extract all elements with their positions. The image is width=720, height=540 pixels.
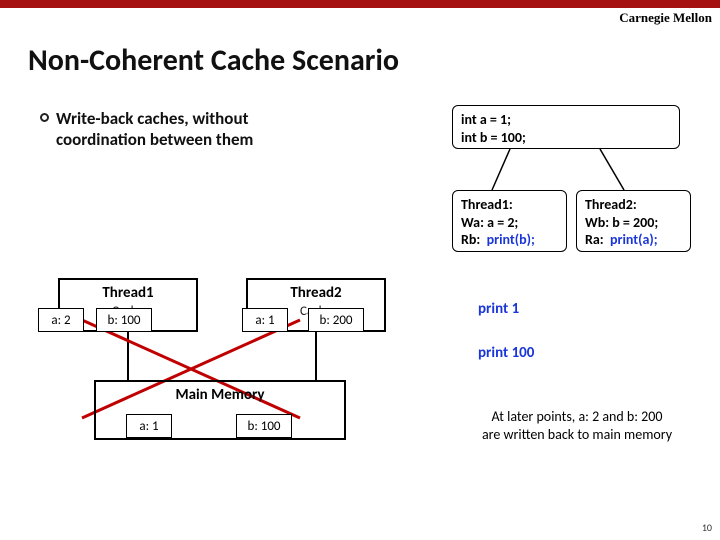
thread2-cache-label: Thread2 bbox=[248, 284, 384, 302]
init-line1: int a = 1; bbox=[461, 111, 511, 128]
brand-label: Carnegie Mellon bbox=[619, 10, 712, 26]
thread1-code-box: Thread1: Wa: a = 2; Rb: print(b); bbox=[452, 190, 567, 252]
brand-bar bbox=[0, 0, 720, 8]
main-memory-a: a: 1 bbox=[126, 414, 172, 438]
bullet-icon bbox=[40, 113, 49, 122]
thread1-cache-a: a: 2 bbox=[38, 308, 84, 332]
thread2-ra-lbl: Ra: bbox=[585, 231, 604, 248]
note-line2: are written back to main memory bbox=[482, 426, 672, 443]
thread2-code-box: Thread2: Wb: b = 200; Ra: print(a); bbox=[576, 190, 691, 252]
print-output-1: print 1 bbox=[478, 300, 519, 318]
bullet-line2: coordination between them bbox=[56, 129, 253, 150]
print-output-2: print 100 bbox=[478, 344, 534, 362]
thread1-title: Thread1: bbox=[461, 196, 513, 213]
thread1-cache-box: Thread1 Cache a: 2 b: 100 bbox=[58, 278, 198, 332]
main-memory-b: b: 100 bbox=[236, 414, 292, 438]
thread1-cache-b: b: 100 bbox=[96, 308, 152, 332]
main-memory-box: Main Memory a: 1 b: 100 bbox=[94, 380, 346, 440]
bullet-line1: Write-back caches, without bbox=[56, 108, 248, 129]
page-number: 10 bbox=[702, 521, 712, 534]
thread1-rb-lbl: Rb: bbox=[461, 231, 480, 248]
init-code-box: int a = 1; int b = 100; bbox=[452, 105, 680, 149]
thread2-ra-call: print(a); bbox=[610, 231, 658, 248]
thread2-title: Thread2: bbox=[585, 196, 637, 213]
thread1-wa: Wa: a = 2; bbox=[461, 214, 518, 231]
note-line1: At later points, a: 2 and b: 200 bbox=[492, 408, 663, 425]
thread1-rb-call: print(b); bbox=[487, 231, 535, 248]
thread2-cache-b: b: 200 bbox=[308, 308, 364, 332]
thread1-cache-label: Thread1 bbox=[60, 284, 196, 302]
thread2-cache-a: a: 1 bbox=[242, 308, 288, 332]
connector-svg bbox=[0, 0, 720, 540]
thread2-wb: Wb: b = 200; bbox=[585, 214, 658, 231]
page-title: Non-Coherent Cache Scenario bbox=[28, 42, 399, 79]
bullet-item: Write-back caches, without coordination … bbox=[56, 108, 253, 151]
writeback-note: At later points, a: 2 and b: 200 are wri… bbox=[452, 408, 702, 444]
init-line2: int b = 100; bbox=[461, 129, 526, 146]
thread2-cache-box: Thread2 Cache a: 1 b: 200 bbox=[246, 278, 386, 332]
main-memory-label: Main Memory bbox=[96, 386, 344, 404]
